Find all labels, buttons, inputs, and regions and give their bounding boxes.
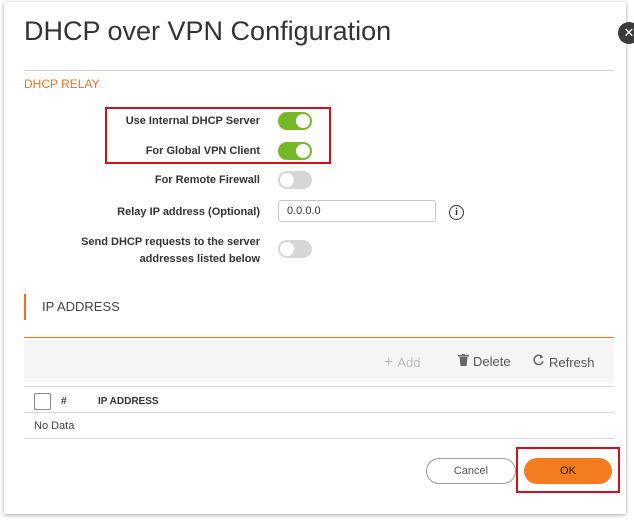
relay-ip-input[interactable] [278,200,436,222]
refresh-icon [532,354,545,370]
dialog-title: DHCP over VPN Configuration [24,16,392,46]
column-header-num[interactable]: # [61,396,67,407]
ip-section-marker [24,294,26,320]
remote-firewall-toggle[interactable] [278,171,312,189]
refresh-button[interactable]: Refresh [532,354,595,370]
close-icon[interactable]: ✕ [618,22,634,44]
select-all-checkbox[interactable] [34,393,51,410]
title-divider [24,70,614,71]
use-internal-dhcp-toggle[interactable] [278,112,312,130]
toggle-knob [280,173,294,187]
toggle-knob [296,114,310,128]
delete-label: Delete [473,354,511,369]
toggle-knob [280,242,294,256]
use-internal-dhcp-label: Use Internal DHCP Server [125,115,260,127]
dialog: DHCP over VPN Configuration ✕ DHCP RELAY… [4,2,634,514]
ip-section-divider [24,337,614,338]
table-toolbar: + Add Delete Refresh [24,340,614,382]
delete-button[interactable]: Delete [458,354,511,369]
table-header-bottom-rule [24,412,614,413]
column-header-ip-address[interactable]: IP ADDRESS [98,396,159,407]
send-requests-toggle[interactable] [278,240,312,258]
table-empty-text: No Data [34,420,75,432]
add-button[interactable]: + Add [384,354,420,372]
ok-button[interactable]: OK [524,458,612,484]
trash-icon [458,354,469,369]
add-label: Add [397,355,421,370]
remote-firewall-label: For Remote Firewall [154,174,260,186]
section-dhcp-relay: DHCP RELAY [24,77,100,91]
refresh-label: Refresh [549,355,595,370]
plus-icon: + [384,354,394,371]
info-icon[interactable]: i [449,205,464,220]
ip-section-title: IP ADDRESS [42,299,120,314]
table-bottom-rule [24,438,614,439]
toggle-knob [296,144,310,158]
table-header-top-rule [24,386,614,387]
relay-ip-label: Relay IP address (Optional) [117,206,260,218]
send-requests-label-line2: addresses listed below [139,253,260,265]
global-vpn-client-toggle[interactable] [278,142,312,160]
cancel-button[interactable]: Cancel [426,458,516,484]
global-vpn-client-label: For Global VPN Client [145,145,260,157]
send-requests-label-line1: Send DHCP requests to the server [81,236,260,248]
